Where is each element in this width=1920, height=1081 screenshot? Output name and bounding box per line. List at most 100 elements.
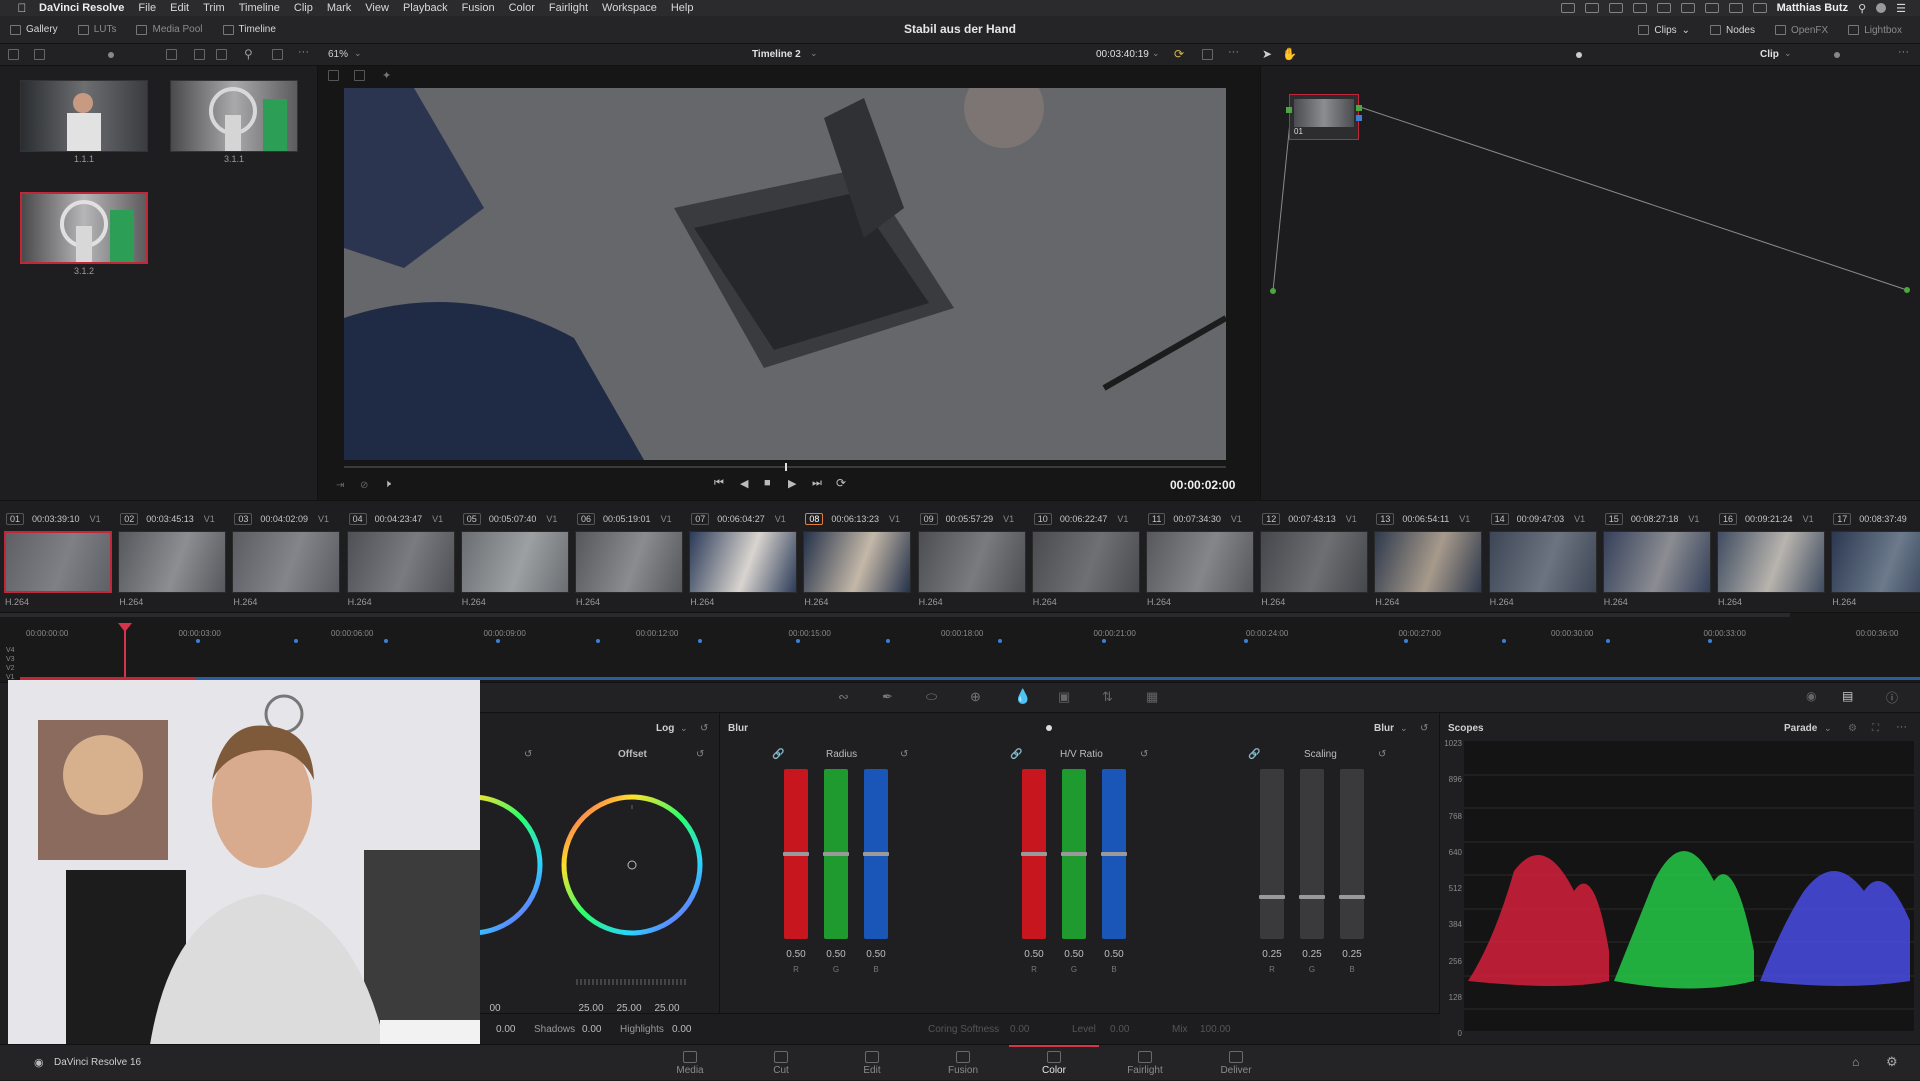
scope-expand-icon[interactable]: ⛶ xyxy=(1872,723,1879,734)
import-still-icon[interactable] xyxy=(34,49,45,60)
search-icon[interactable]: ⚲ xyxy=(244,47,253,61)
menu-mark[interactable]: Mark xyxy=(320,2,358,14)
bluetooth-icon[interactable] xyxy=(1704,3,1719,13)
coring-softness-value[interactable]: 0.00 xyxy=(1010,1024,1029,1035)
hv-ratio-value-g[interactable]: 0.50 xyxy=(1059,949,1089,960)
scope-mode-chevron-icon[interactable]: ⌄ xyxy=(1824,723,1832,734)
menu-timeline[interactable]: Timeline xyxy=(232,2,287,14)
more-options-icon[interactable]: ··· xyxy=(298,46,309,58)
timeline-button[interactable]: Timeline xyxy=(213,16,286,44)
radius-value-r[interactable]: 0.50 xyxy=(781,949,811,960)
audio-mute-icon[interactable]: ⊘ xyxy=(360,480,368,491)
timeline-scrollbar[interactable] xyxy=(0,613,1790,617)
menu-workspace[interactable]: Workspace xyxy=(595,2,664,14)
timeline-marker[interactable] xyxy=(294,639,298,643)
slider-knob[interactable] xyxy=(863,852,889,856)
radius-link-icon[interactable]: 🔗 xyxy=(772,749,784,760)
hv-reset-icon[interactable]: ↺ xyxy=(1140,749,1148,760)
menu-app[interactable]: DaVinci Resolve xyxy=(32,2,131,14)
gallery-still-1[interactable] xyxy=(20,80,148,152)
radius-slider-b[interactable] xyxy=(863,769,889,939)
curves-icon[interactable]: ∾ xyxy=(838,689,849,705)
offset-reset-icon[interactable]: ↺ xyxy=(696,749,704,760)
screen-icon[interactable] xyxy=(1560,3,1575,13)
blur-reset-icon[interactable]: ↺ xyxy=(1420,723,1428,734)
cloud-icon[interactable] xyxy=(1584,3,1599,13)
scrub-bar[interactable] xyxy=(344,463,1226,471)
slider-knob[interactable] xyxy=(1101,852,1127,856)
expand-icon[interactable] xyxy=(1202,49,1213,60)
menu-fusion[interactable]: Fusion xyxy=(455,2,502,14)
clip-thumbnail[interactable] xyxy=(346,531,455,593)
menu-view[interactable]: View xyxy=(358,2,396,14)
blur-dot-icon[interactable] xyxy=(1046,725,1052,731)
sidebar-toggle-icon[interactable] xyxy=(8,49,19,60)
node-key-dot-icon[interactable] xyxy=(1834,52,1840,58)
source-timecode[interactable]: 00:03:40:19 xyxy=(1096,49,1149,60)
nodes-button[interactable]: Nodes xyxy=(1700,16,1765,44)
dropbox-icon[interactable] xyxy=(1632,3,1647,13)
radius-reset-icon[interactable]: ↺ xyxy=(900,749,908,760)
go-to-start-icon[interactable]: ⏮ xyxy=(714,477,724,490)
menu-trim[interactable]: Trim xyxy=(196,2,232,14)
zoom-level[interactable]: 61% xyxy=(328,49,348,60)
page-deliver[interactable]: Deliver xyxy=(1191,1045,1281,1081)
scaling-value-g[interactable]: 0.25 xyxy=(1297,949,1327,960)
window-icon[interactable]: ⬭ xyxy=(926,689,937,705)
menu-fairlight[interactable]: Fairlight xyxy=(542,2,595,14)
page-media[interactable]: Media xyxy=(645,1045,735,1081)
timeline-marker[interactable] xyxy=(1606,639,1610,643)
clip-thumbnail[interactable] xyxy=(689,531,798,593)
clip-thumbnail[interactable] xyxy=(232,531,341,593)
node-01[interactable]: 01 xyxy=(1286,94,1362,140)
timeline-chevron-icon[interactable]: ⌄ xyxy=(810,48,818,59)
timecode-chevron-icon[interactable]: ⌄ xyxy=(1152,48,1160,59)
lightbox-button[interactable]: Lightbox xyxy=(1838,16,1912,44)
slider-knob[interactable] xyxy=(783,852,809,856)
timeline-playhead[interactable] xyxy=(124,625,126,683)
slider-knob[interactable] xyxy=(1339,894,1365,899)
timeline-name[interactable]: Timeline 2 xyxy=(752,49,801,60)
clip-thumbnail[interactable] xyxy=(1717,531,1825,593)
sort-icon[interactable] xyxy=(166,49,177,60)
blur-mode[interactable]: Blur xyxy=(1374,723,1394,734)
slider-knob[interactable] xyxy=(823,852,849,856)
nodes-more-icon[interactable]: ··· xyxy=(1898,46,1909,58)
keyframes-icon[interactable]: ◉ xyxy=(1806,689,1816,703)
home-icon[interactable]: ⌂ xyxy=(1852,1055,1859,1069)
radius-value-b[interactable]: 0.50 xyxy=(861,949,891,960)
node-input-icon[interactable] xyxy=(1286,107,1292,113)
wheels-mode-chevron-icon[interactable]: ⌄ xyxy=(680,723,688,734)
menu-edit[interactable]: Edit xyxy=(163,2,196,14)
siri-icon[interactable] xyxy=(1876,3,1887,13)
openfx-button[interactable]: OpenFX xyxy=(1765,16,1838,44)
radius-value-g[interactable]: 0.50 xyxy=(821,949,851,960)
grid-view-icon[interactable] xyxy=(194,49,205,60)
timeline-marker[interactable] xyxy=(1102,639,1106,643)
info-icon[interactable]: ⓘ xyxy=(1886,689,1898,706)
3d-icon[interactable]: ▦ xyxy=(1146,689,1158,705)
clip-thumbnail[interactable] xyxy=(1488,531,1597,593)
menu-clip[interactable]: Clip xyxy=(287,2,320,14)
clip-mode[interactable]: Clip xyxy=(1760,49,1779,60)
timeline-marker[interactable] xyxy=(998,639,1002,643)
slider-knob[interactable] xyxy=(1061,852,1087,856)
highlight-icon[interactable]: ✦ xyxy=(382,69,391,82)
apple-icon[interactable]:  xyxy=(12,1,32,15)
mix-value[interactable]: 100.00 xyxy=(1200,1024,1231,1035)
spotlight-search-icon[interactable]: ⚲ xyxy=(1858,2,1866,15)
clock-icon[interactable] xyxy=(1752,3,1767,13)
viewer-more-icon[interactable]: ··· xyxy=(1228,46,1239,58)
lead-value[interactable]: 0.00 xyxy=(496,1024,515,1035)
page-color[interactable]: Color xyxy=(1009,1045,1099,1081)
mini-timeline[interactable]: 00:00:00:00 00:00:03:00 00:00:06:00 00:00:0… xyxy=(0,612,1920,683)
gallery-still-3[interactable] xyxy=(20,192,148,264)
node-dot-icon[interactable] xyxy=(1576,52,1582,58)
viewer-mode-icon[interactable] xyxy=(328,70,339,81)
scaling-value-r[interactable]: 0.25 xyxy=(1257,949,1287,960)
stop-icon[interactable]: ■ xyxy=(764,477,771,489)
node-editor[interactable]: 01 xyxy=(1260,66,1920,500)
scope-settings-icon[interactable]: ⚙ xyxy=(1848,723,1857,734)
viewer-frame[interactable] xyxy=(344,88,1226,460)
page-fairlight[interactable]: Fairlight xyxy=(1100,1045,1190,1081)
